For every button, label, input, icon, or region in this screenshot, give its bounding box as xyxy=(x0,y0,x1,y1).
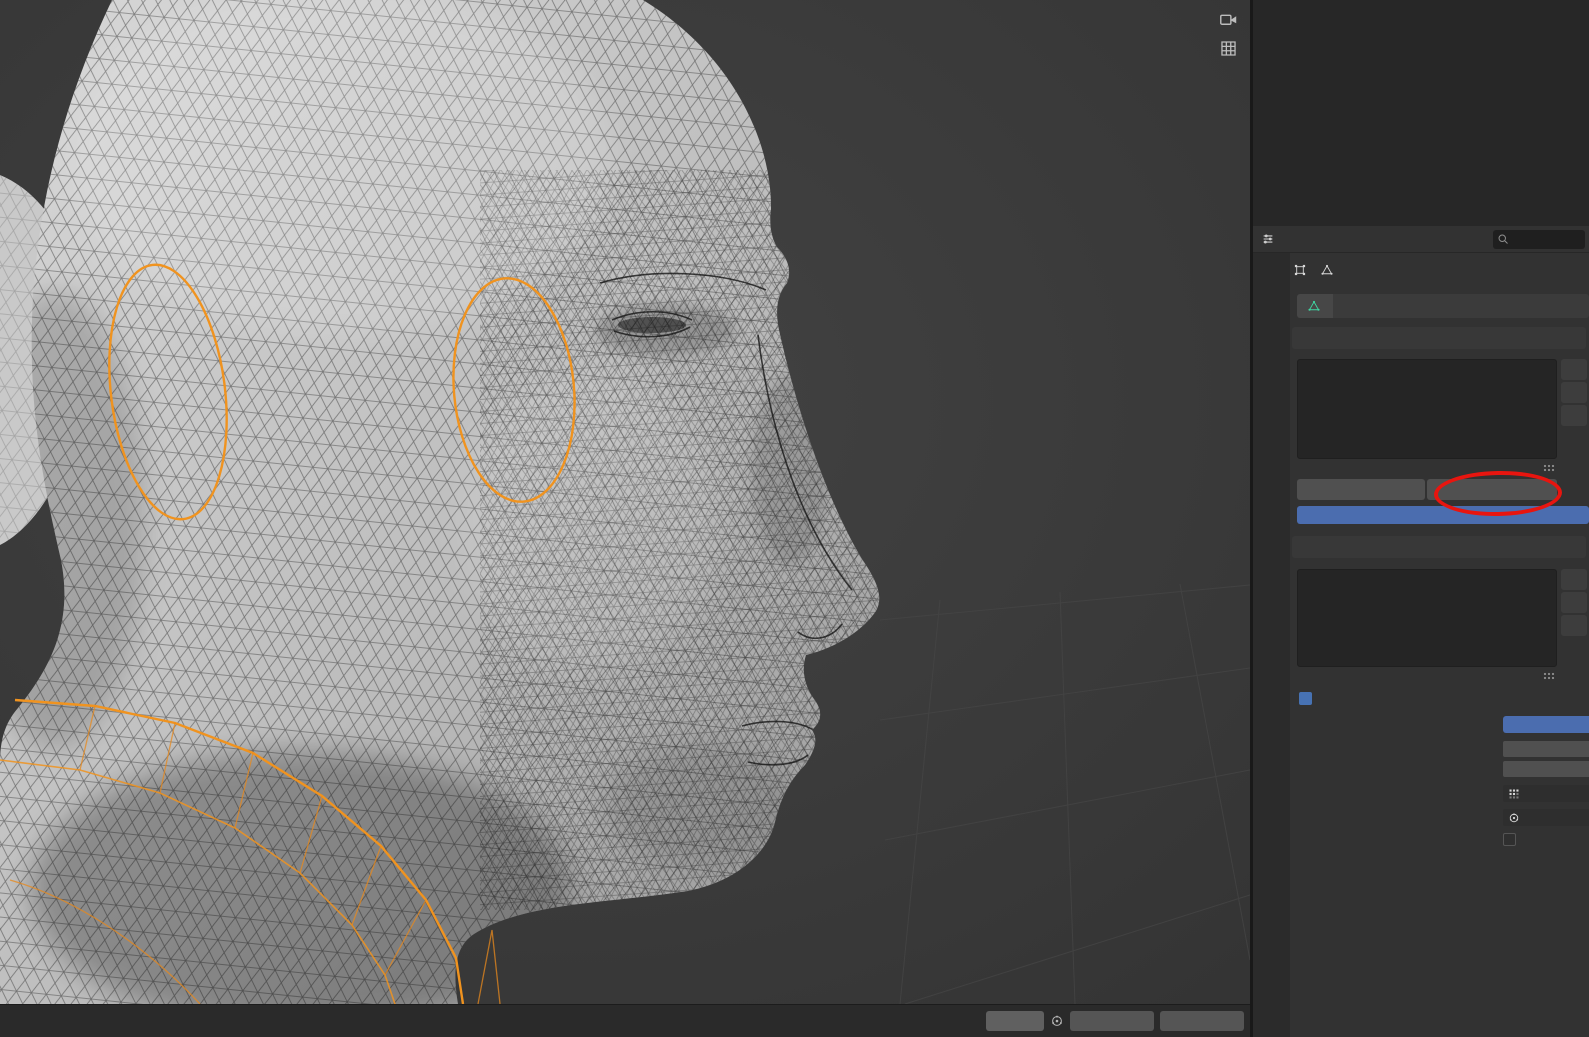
mesh-data-dropdown[interactable] xyxy=(1297,294,1333,318)
weight-slider[interactable] xyxy=(1297,506,1589,524)
shape-key-icon xyxy=(1508,812,1520,824)
remove-shape-key-button[interactable] xyxy=(1561,592,1587,613)
range-min-field[interactable] xyxy=(1503,741,1589,757)
properties-editor xyxy=(1253,226,1589,1037)
mesh-data-icon xyxy=(1308,300,1320,312)
wireframe-head-render xyxy=(0,0,1250,1004)
editor-type-button[interactable] xyxy=(1261,232,1278,246)
keying-icon[interactable] xyxy=(1050,1014,1064,1028)
properties-panel xyxy=(1290,253,1589,1037)
blender-window xyxy=(0,0,1589,1037)
properties-tab-strip xyxy=(1253,253,1290,1037)
vertex-group-selector[interactable] xyxy=(1503,785,1589,802)
vertex-group-specials-button[interactable] xyxy=(1561,405,1587,426)
relative-checkbox[interactable] xyxy=(1299,692,1312,705)
list-resize-grip[interactable] xyxy=(1543,464,1555,472)
search-icon xyxy=(1497,233,1509,245)
viewport-3d[interactable] xyxy=(0,0,1250,1004)
object-icon xyxy=(1294,264,1306,276)
grid-view-icon[interactable] xyxy=(1219,39,1238,58)
mesh-data-icon xyxy=(1321,264,1333,276)
vertex-group-icon xyxy=(1508,788,1520,800)
mesh-name-row xyxy=(1297,294,1589,318)
breadcrumb xyxy=(1294,261,1338,279)
relative-checkbox-row xyxy=(1299,692,1320,705)
properties-header xyxy=(1253,226,1589,253)
add-rest-row xyxy=(1503,833,1524,846)
add-rest-checkbox[interactable] xyxy=(1503,833,1516,846)
add-shape-key-button[interactable] xyxy=(1561,569,1587,590)
outliner xyxy=(1253,0,1589,226)
frame-start-field[interactable] xyxy=(1070,1011,1154,1031)
list-resize-grip[interactable] xyxy=(1543,672,1555,680)
remove-button[interactable] xyxy=(1427,479,1557,500)
frame-end-field[interactable] xyxy=(1160,1011,1244,1031)
timeline[interactable] xyxy=(0,1004,1250,1037)
current-frame-field[interactable] xyxy=(986,1011,1044,1031)
vertex-groups-side-buttons xyxy=(1561,359,1587,426)
remove-vertex-group-button[interactable] xyxy=(1561,382,1587,403)
camera-view-icon[interactable] xyxy=(1219,10,1238,29)
properties-icon xyxy=(1261,232,1275,246)
value-slider[interactable] xyxy=(1503,716,1589,733)
search-input[interactable] xyxy=(1493,229,1585,249)
shape-keys-list xyxy=(1297,569,1557,667)
shape-key-specials-button[interactable] xyxy=(1561,615,1587,636)
add-vertex-group-button[interactable] xyxy=(1561,359,1587,380)
max-field[interactable] xyxy=(1503,761,1589,777)
vertex-groups-list xyxy=(1297,359,1557,459)
vertex-groups-header[interactable] xyxy=(1292,327,1586,349)
relative-to-selector[interactable] xyxy=(1503,809,1589,826)
mesh-name-field[interactable] xyxy=(1333,294,1589,318)
shape-keys-header[interactable] xyxy=(1292,536,1586,558)
shape-keys-side-buttons xyxy=(1561,569,1587,636)
assign-button[interactable] xyxy=(1297,479,1425,500)
